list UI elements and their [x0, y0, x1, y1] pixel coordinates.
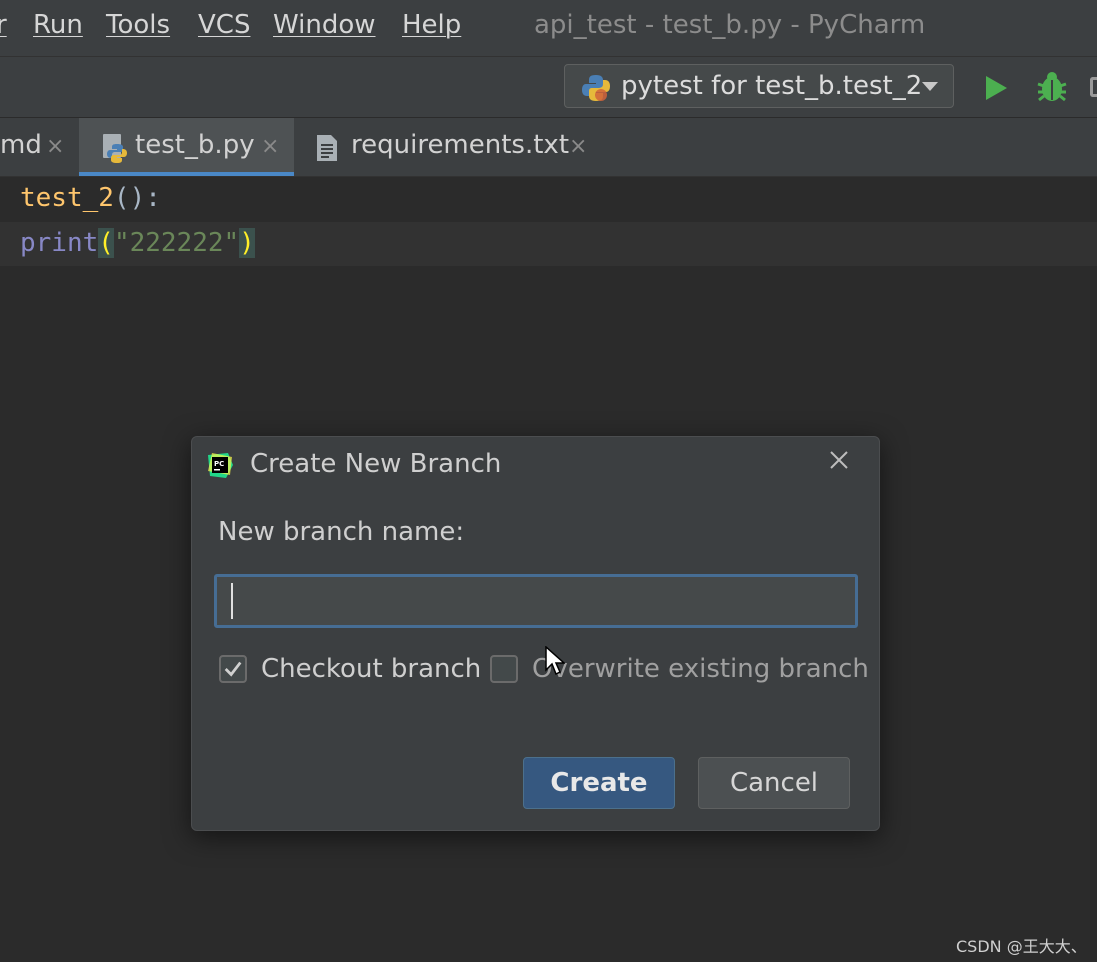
menu-item-tools[interactable]: Tools — [106, 10, 170, 40]
create-button[interactable]: Create — [523, 757, 675, 809]
chevron-down-icon — [922, 82, 938, 91]
menu-bar: r Run Tools VCS Window Help api_test - t… — [0, 0, 1097, 57]
text-file-icon — [317, 135, 337, 161]
menu-item-run[interactable]: Run — [33, 10, 83, 40]
function-name: test_2 — [20, 183, 114, 213]
run-icon[interactable] — [982, 73, 1010, 103]
close-icon[interactable]: × — [46, 134, 64, 159]
close-icon[interactable]: × — [261, 134, 279, 159]
toolbar: pytest for test_b.test_2 — [0, 57, 1097, 118]
active-tab-indicator — [79, 172, 294, 176]
tab-label: md — [0, 130, 42, 160]
branch-name-input[interactable] — [214, 574, 858, 628]
tab-requirements-txt[interactable]: requirements.txt × — [300, 118, 600, 176]
checkmark-icon — [224, 661, 242, 677]
checkout-branch-label[interactable]: Checkout branch — [261, 654, 481, 684]
svg-text:PC: PC — [214, 460, 224, 468]
builtin-print: print — [20, 228, 99, 258]
code-punctuation: (): — [113, 183, 161, 213]
stop-icon-partial[interactable] — [1090, 77, 1097, 97]
menu-item-refactor-partial[interactable]: r — [0, 10, 7, 40]
branch-name-label: New branch name: — [218, 517, 465, 547]
pycharm-logo-icon: PC — [208, 453, 233, 478]
overwrite-branch-checkbox[interactable] — [490, 655, 518, 683]
cancel-button[interactable]: Cancel — [698, 757, 850, 809]
tab-label: test_b.py — [135, 130, 255, 160]
string-literal: "222222" — [113, 228, 240, 258]
matched-paren-close: ) — [239, 228, 255, 258]
close-icon[interactable]: × — [569, 134, 587, 159]
editor-tab-bar: md × test_b.py × requirements.txt × — [0, 118, 1097, 177]
menu-item-window[interactable]: Window — [273, 10, 376, 40]
mouse-pointer-icon — [545, 646, 565, 676]
tab-md[interactable]: md × — [0, 118, 76, 176]
close-icon[interactable] — [828, 449, 850, 471]
dialog-title: Create New Branch — [250, 449, 502, 479]
tab-test-b-py[interactable]: test_b.py × — [79, 118, 294, 176]
text-caret — [231, 583, 233, 619]
run-configuration-dropdown[interactable]: pytest for test_b.test_2 — [564, 64, 954, 108]
python-file-icon — [103, 134, 127, 163]
menu-item-vcs[interactable]: VCS — [198, 10, 250, 40]
code-line-1: test_2(): — [20, 183, 161, 213]
matched-paren-open: ( — [98, 228, 114, 258]
menu-item-help[interactable]: Help — [402, 10, 461, 40]
debug-icon[interactable] — [1036, 70, 1068, 104]
python-config-icon — [582, 75, 610, 101]
window-title: api_test - test_b.py - PyCharm — [534, 10, 926, 40]
checkout-branch-checkbox[interactable] — [219, 655, 247, 683]
code-line-2: print("222222") — [20, 228, 255, 258]
pycharm-window: r Run Tools VCS Window Help api_test - t… — [0, 0, 1097, 962]
overwrite-branch-label[interactable]: Overwrite existing branch — [532, 654, 869, 684]
create-new-branch-dialog: PC Create New Branch New branch name: Ch… — [191, 436, 880, 831]
run-configuration-label: pytest for test_b.test_2 — [621, 71, 923, 101]
tab-label: requirements.txt — [351, 130, 570, 160]
watermark: CSDN @王大大、 — [956, 937, 1087, 956]
